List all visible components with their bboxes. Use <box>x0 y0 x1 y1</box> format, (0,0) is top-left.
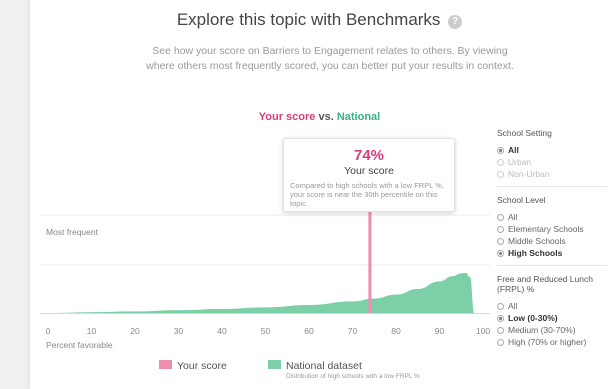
radio-unchecked-icon <box>497 158 504 166</box>
radio-label: Non-Urban <box>508 169 550 179</box>
tooltip-note: Compared to high schools with a low FRPL… <box>290 181 444 208</box>
radio-option[interactable]: Medium (30-70%) <box>497 324 607 336</box>
legend-national-label: National dataset <box>286 360 362 372</box>
radio-label: Medium (30-70%) <box>508 325 576 335</box>
x-axis-label: Percent favorable <box>46 340 113 350</box>
radio-unchecked-icon <box>497 302 504 310</box>
radio-option: Urban <box>497 156 607 168</box>
x-tick-label: 10 <box>86 326 97 336</box>
radio-option[interactable]: High Schools <box>497 247 607 259</box>
x-tick-label: 50 <box>260 326 271 336</box>
filter-school-setting: School Setting All Urban Non-Urban <box>497 128 607 180</box>
legend-your-score-label: Your score <box>177 360 227 372</box>
x-tick-label: 60 <box>304 326 314 336</box>
x-tick-label: 80 <box>391 326 401 336</box>
radio-unchecked-icon <box>497 338 504 346</box>
legend-national-sub: Distribution of high schools with a low … <box>286 373 420 380</box>
radio-option[interactable]: Elementary Schools <box>497 223 607 235</box>
radio-label: All <box>508 212 518 222</box>
radio-option[interactable]: All <box>497 300 607 312</box>
x-tick-label: 40 <box>217 326 227 336</box>
radio-unchecked-icon <box>497 213 504 221</box>
radio-checked-icon <box>497 249 504 257</box>
filter-heading: School Setting <box>497 128 552 138</box>
radio-label: All <box>508 145 519 155</box>
radio-option[interactable]: High (70% or higher) <box>497 336 607 348</box>
x-tick-label: 90 <box>434 326 445 336</box>
radio-option: Non-Urban <box>497 168 607 180</box>
filter-heading: School Level <box>497 195 546 205</box>
radio-label: Middle Schools <box>508 236 566 246</box>
radio-label: High Schools <box>508 248 563 258</box>
legend-national: National dataset Distribution of high sc… <box>268 360 420 380</box>
x-tick-label: 30 <box>173 326 184 336</box>
radio-label: High (70% or higher) <box>508 337 587 347</box>
radio-label: All <box>508 301 518 311</box>
filter-frpl: Free and Reduced Lunch (FRPL) % All Low (… <box>497 274 607 348</box>
radio-checked-icon <box>497 314 504 322</box>
radio-unchecked-icon <box>497 170 504 178</box>
x-tick-label: 0 <box>45 326 51 336</box>
radio-option[interactable]: All <box>497 211 607 223</box>
radio-label: Elementary Schools <box>508 224 584 234</box>
your-score-marker <box>368 212 372 313</box>
y-axis-label: Most frequent <box>46 227 98 237</box>
x-tick-label: 20 <box>130 326 140 336</box>
radio-unchecked-icon <box>497 326 504 334</box>
filter-heading: Free and Reduced Lunch (FRPL) % <box>497 274 593 294</box>
x-tick-label: 70 <box>347 326 358 336</box>
score-tooltip: 74% Your score Compared to high schools … <box>283 138 455 212</box>
radio-option[interactable]: All <box>497 144 607 156</box>
national-distribution-area <box>48 273 475 313</box>
radio-label: Low (0-30%) <box>508 313 558 323</box>
radio-option[interactable]: Middle Schools <box>497 235 607 247</box>
x-tick-label: 100 <box>475 326 491 336</box>
filter-sidebar: School Setting All Urban Non-Urban School … <box>497 128 607 354</box>
national-swatch <box>268 360 281 369</box>
radio-option[interactable]: Low (0-30%) <box>497 312 607 324</box>
tooltip-label: Your score <box>344 165 394 177</box>
radio-unchecked-icon <box>497 237 504 245</box>
your-score-swatch <box>159 360 172 369</box>
divider <box>497 265 607 266</box>
radio-label: Urban <box>508 157 532 167</box>
radio-checked-icon <box>497 146 504 154</box>
legend-your-score: Your score <box>159 360 227 372</box>
filter-school-level: School Level All Elementary Schools Middle… <box>497 195 607 259</box>
divider <box>497 186 607 187</box>
tooltip-percent: 74% <box>353 147 385 164</box>
radio-unchecked-icon <box>497 225 504 233</box>
